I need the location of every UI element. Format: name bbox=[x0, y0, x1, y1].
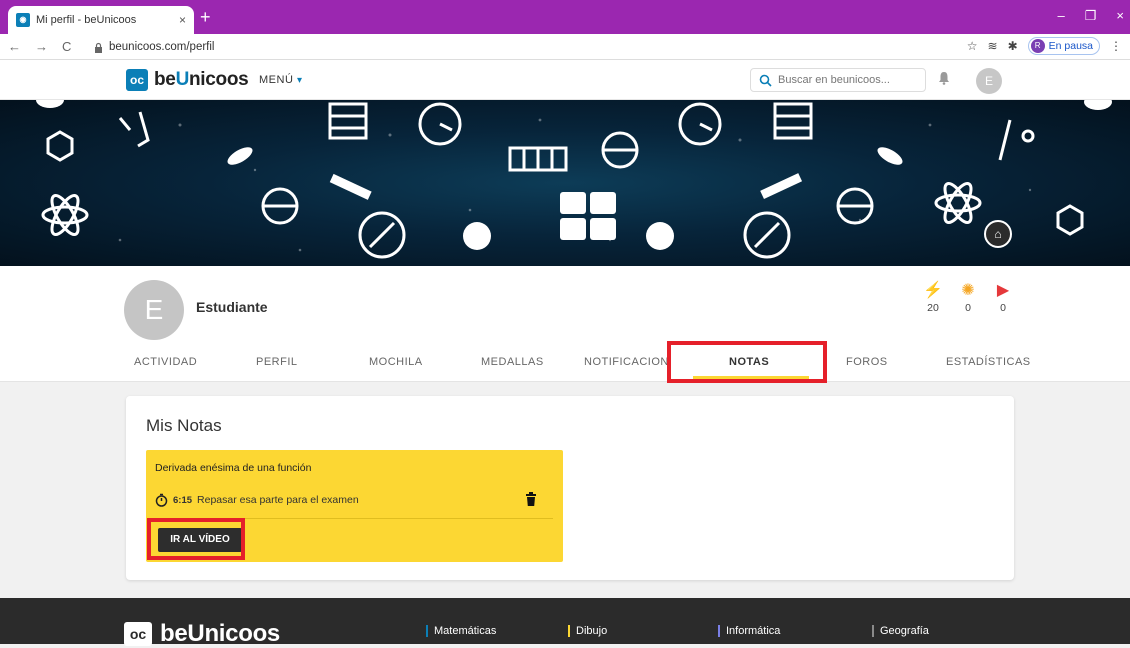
tab-perfil[interactable]: PERFIL bbox=[256, 356, 298, 368]
minimize-button[interactable]: – bbox=[1058, 8, 1065, 24]
flag-icon: ▶ bbox=[996, 282, 1010, 299]
profile-status-button[interactable]: R En pausa bbox=[1027, 37, 1100, 55]
lightning-icon: ⚡ bbox=[923, 282, 943, 299]
note-text: Repasar esa parte para el examen bbox=[197, 494, 359, 506]
chevron-down-icon: ▾ bbox=[296, 75, 303, 86]
banner-illustration bbox=[36, 100, 1112, 259]
profile-avatar-small: R bbox=[1030, 39, 1045, 53]
profile-status-label: En pausa bbox=[1048, 40, 1093, 52]
tab-notificaciones[interactable]: NOTIFICACIONES bbox=[584, 356, 668, 368]
notes-title: Mis Notas bbox=[146, 416, 222, 435]
logo-text: beUnicoos bbox=[154, 69, 249, 90]
annotation-highlight-video-button bbox=[147, 518, 245, 560]
tab-foros[interactable]: FOROS bbox=[846, 356, 888, 368]
note-title[interactable]: Derivada enésima de una función bbox=[155, 462, 311, 474]
browser-tab-title: Mi perfil - beUnicoos bbox=[36, 14, 137, 26]
browser-tab[interactable]: ◉ Mi perfil - beUnicoos × bbox=[8, 6, 194, 34]
browser-menu-icon[interactable]: ⋮ bbox=[1110, 39, 1122, 53]
profile-avatar[interactable]: E bbox=[124, 280, 184, 340]
tab-actividad[interactable]: ACTIVIDAD bbox=[134, 356, 197, 368]
url-field[interactable]: beunicoos.com/perfil bbox=[94, 38, 964, 56]
browser-address-bar: ← → C beunicoos.com/perfil ☆ ≋ ✱ R En pa… bbox=[0, 34, 1130, 60]
note-row: 6:15 Repasar esa parte para el examen bbox=[155, 490, 553, 510]
new-tab-button[interactable]: + bbox=[200, 8, 211, 26]
footer-logo-mark-icon: oc bbox=[124, 622, 152, 646]
footer-link-informatica[interactable]: Informática bbox=[718, 625, 780, 637]
search-input[interactable]: Buscar en beunicoos... bbox=[750, 68, 926, 92]
footer-link-dibujo[interactable]: Dibujo bbox=[568, 625, 607, 637]
browser-tab-bar: ◉ Mi perfil - beUnicoos × + – ❐ × bbox=[0, 0, 1130, 34]
stopwatch-icon bbox=[155, 493, 168, 507]
close-tab-icon[interactable]: × bbox=[179, 13, 186, 27]
profile-tabs: ACTIVIDAD PERFIL MOCHILA MEDALLAS NOTIFI… bbox=[0, 342, 1130, 382]
menu-label: MENÚ bbox=[259, 74, 294, 86]
maximize-button[interactable]: ❐ bbox=[1085, 8, 1097, 24]
extension-icon[interactable]: ≋ bbox=[988, 39, 998, 53]
logo-mark-icon: oc bbox=[126, 69, 148, 91]
url-text: beunicoos.com/perfil bbox=[109, 41, 215, 53]
notes-card: Mis Notas Derivada enésima de una funció… bbox=[126, 396, 1014, 580]
site-logo[interactable]: oc beUnicoos bbox=[126, 69, 249, 91]
site-header: oc beUnicoos MENÚ ▾ Buscar en beunicoos.… bbox=[0, 60, 1130, 100]
profile-banner: ⌂ bbox=[0, 100, 1130, 266]
bookmark-star-icon[interactable]: ☆ bbox=[967, 39, 978, 53]
tab-estadisticas[interactable]: ESTADÍSTICAS bbox=[946, 356, 1031, 368]
lock-icon bbox=[95, 42, 102, 53]
browser-extensions: ☆ ≋ ✱ R En pausa ⋮ bbox=[967, 37, 1122, 55]
stat-energy-value: 20 bbox=[927, 302, 939, 314]
tab-medallas[interactable]: MEDALLAS bbox=[481, 356, 544, 368]
profile-summary: E Estudiante ⚡ 20 ✺ 0 ▶ 0 bbox=[0, 266, 1130, 342]
profile-name: Estudiante bbox=[196, 299, 268, 315]
stat-flags: ▶ 0 bbox=[988, 280, 1018, 314]
tab-mochila[interactable]: MOCHILA bbox=[369, 356, 423, 368]
trash-icon[interactable] bbox=[525, 492, 537, 506]
note-timestamp[interactable]: 6:15 bbox=[173, 495, 192, 506]
notifications-bell-icon[interactable] bbox=[938, 71, 950, 85]
user-avatar[interactable]: E bbox=[976, 68, 1002, 94]
stat-ideas-value: 0 bbox=[965, 302, 971, 314]
search-icon bbox=[759, 74, 772, 87]
back-arrow-icon[interactable]: ← bbox=[8, 39, 21, 54]
annotation-highlight-notas-tab bbox=[667, 341, 827, 383]
stat-energy: ⚡ 20 bbox=[918, 280, 948, 314]
footer-link-geografia[interactable]: Geografía bbox=[872, 625, 929, 637]
change-cover-camera-icon[interactable]: ⌂ bbox=[984, 220, 1012, 248]
menu-dropdown[interactable]: MENÚ ▾ bbox=[259, 74, 302, 86]
site-footer: oc beUnicoos Matemáticas Dibujo Informát… bbox=[0, 598, 1130, 647]
site-favicon-icon: ◉ bbox=[16, 13, 30, 27]
stat-ideas: ✺ 0 bbox=[953, 280, 983, 314]
stat-flags-value: 0 bbox=[1000, 302, 1006, 314]
forward-arrow-icon[interactable]: → bbox=[35, 39, 48, 54]
window-controls: – ❐ × bbox=[1058, 8, 1124, 24]
search-placeholder: Buscar en beunicoos... bbox=[778, 74, 890, 86]
reload-icon[interactable]: C bbox=[62, 39, 71, 54]
puzzle-icon[interactable]: ✱ bbox=[1008, 39, 1018, 53]
lightbulb-icon: ✺ bbox=[961, 282, 975, 299]
footer-link-matematicas[interactable]: Matemáticas bbox=[426, 625, 496, 637]
close-window-button[interactable]: × bbox=[1116, 8, 1124, 24]
